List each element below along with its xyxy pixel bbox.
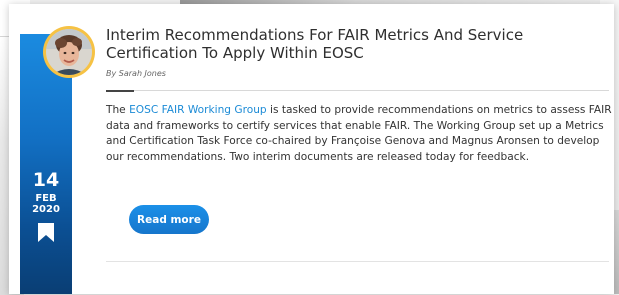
working-group-link[interactable]: EOSC FAIR Working Group: [129, 104, 267, 116]
bookmark-icon[interactable]: [37, 222, 55, 247]
excerpt-prefix: The: [106, 104, 130, 116]
date-day: 14: [32, 169, 60, 191]
date-month: FEB: [35, 193, 57, 204]
news-post-card: 14 FEB 2020 Interim Recommendations For …: [9, 4, 614, 294]
bottom-divider: [106, 261, 609, 262]
title-accent-divider: [106, 90, 134, 92]
post-byline: By Sarah Jones: [106, 69, 166, 78]
post-excerpt: The EOSC FAIR Working Group is tasked to…: [106, 103, 612, 165]
title-divider: [134, 90, 609, 91]
author-avatar: [43, 26, 95, 78]
post-title[interactable]: Interim Recommendations For FAIR Metrics…: [106, 26, 606, 62]
date-year: 2020: [32, 204, 60, 215]
read-more-button[interactable]: Read more: [129, 205, 209, 234]
